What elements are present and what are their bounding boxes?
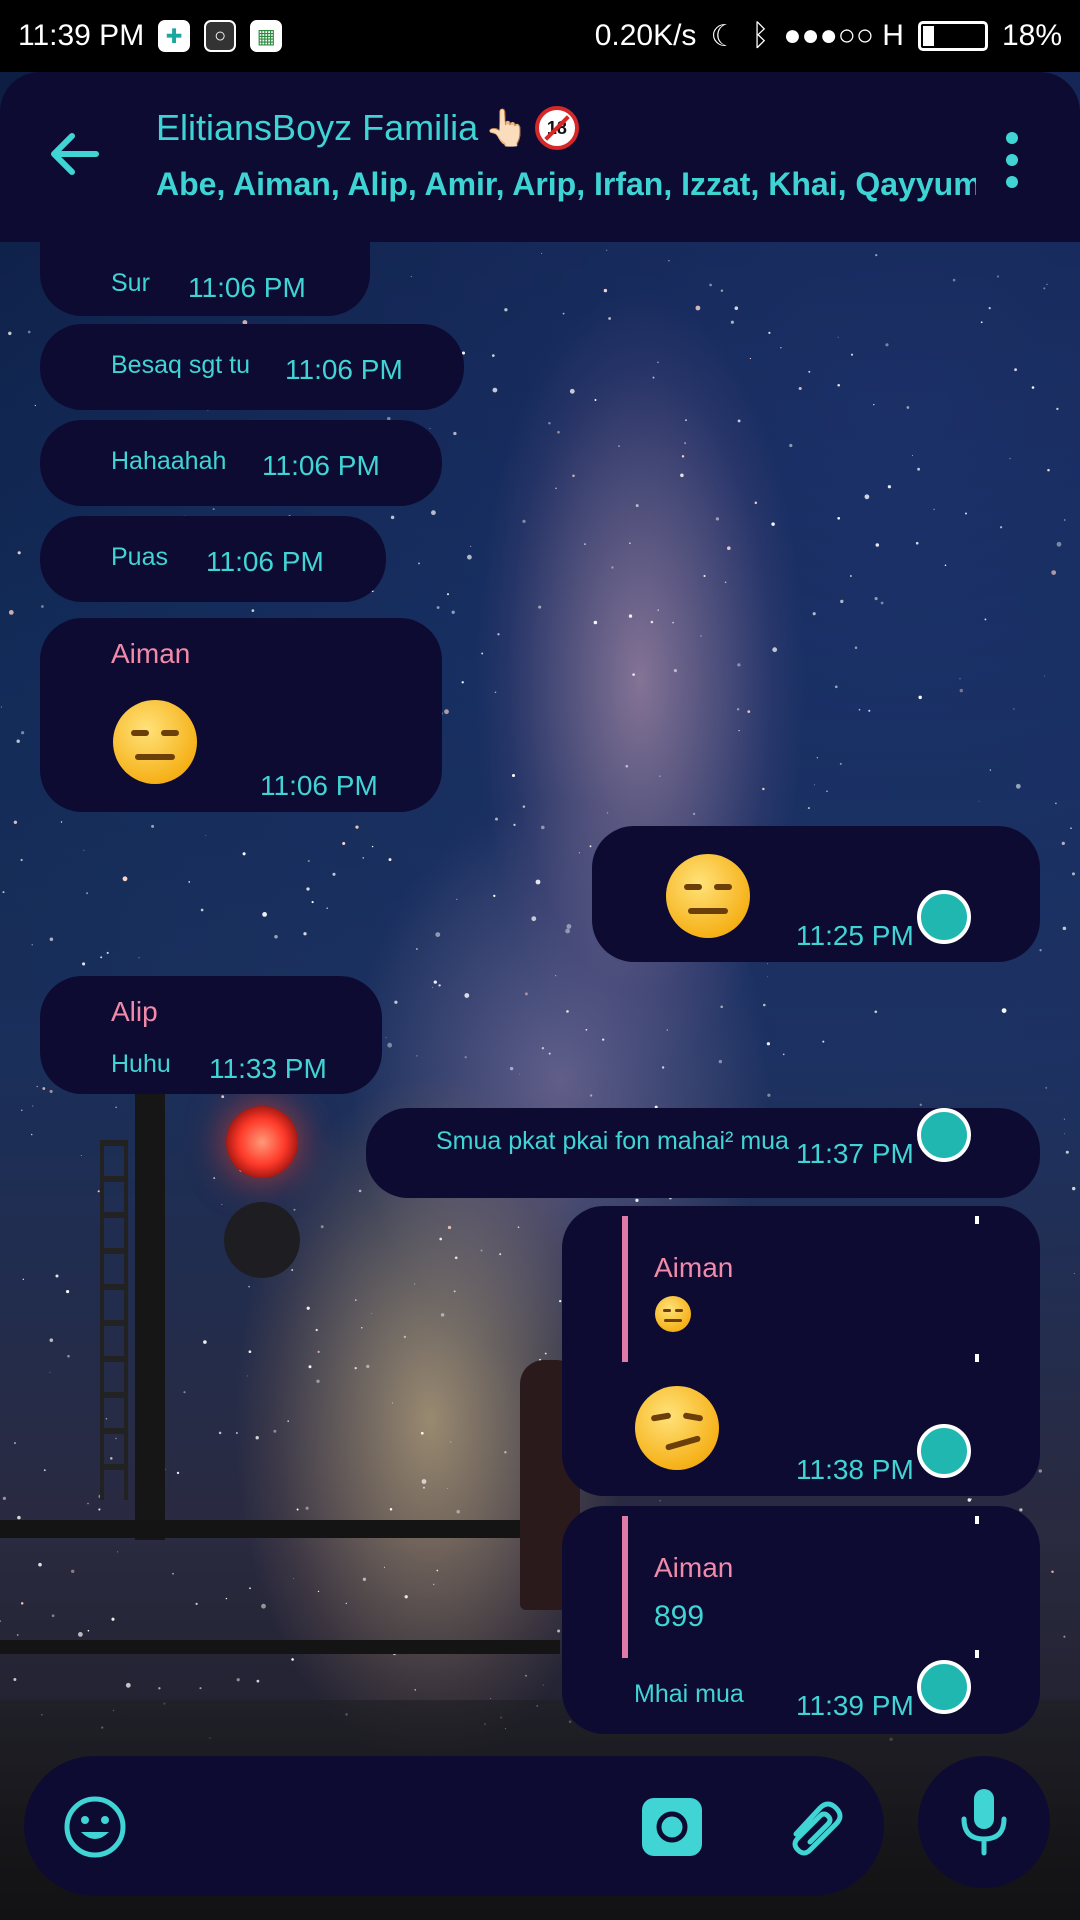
read-status-icon xyxy=(917,1424,971,1478)
message-input-bar[interactable] xyxy=(24,1756,884,1896)
status-time: 11:39 PM xyxy=(18,19,145,52)
group-members[interactable]: Abe, Aiman, Alip, Amir, Arip, Irfan, Izz… xyxy=(156,166,976,203)
mic-button[interactable] xyxy=(918,1756,1050,1888)
quoted-message[interactable] xyxy=(622,1516,982,1658)
expressionless-face-icon xyxy=(113,700,197,784)
message-time: 11:06 PM xyxy=(260,770,378,801)
attach-icon[interactable] xyxy=(780,1796,850,1858)
battery-percent: 18% xyxy=(1001,19,1062,52)
message-bubble-incoming[interactable] xyxy=(40,420,442,506)
back-arrow-icon[interactable] xyxy=(44,124,104,184)
read-status-icon xyxy=(917,1660,971,1714)
read-status-icon xyxy=(917,1108,971,1162)
message-text: Huhu xyxy=(111,1050,171,1078)
signal-indicator: ●●●○○ H xyxy=(783,19,904,52)
message-time: 11:38 PM xyxy=(796,1454,914,1485)
bluetooth-icon: ᛒ xyxy=(751,19,770,52)
sender-name: Aiman xyxy=(111,638,191,669)
status-bar: 11:39 PM ✚ ○ ▦ 0.20K/s ☾ ᛒ ●●●○○ H 18% xyxy=(0,0,1080,72)
message-text: Besaq sgt tu xyxy=(111,351,250,379)
quoted-text: 899 xyxy=(654,1600,705,1633)
message-time: 11:06 PM xyxy=(206,546,324,577)
battery-icon xyxy=(917,21,988,51)
signal-ladder xyxy=(100,1140,128,1500)
message-text: Puas xyxy=(111,543,168,571)
quote-corner-mark xyxy=(975,1216,979,1224)
signal-pole xyxy=(135,1020,165,1540)
signal-light-red xyxy=(226,1106,298,1178)
app-ring-icon: ○ xyxy=(204,20,237,52)
message-time: 11:06 PM xyxy=(285,354,403,385)
signal-light-off xyxy=(224,1202,300,1278)
app-grid-icon: ▦ xyxy=(250,20,283,52)
crossing-barrier xyxy=(0,1520,540,1538)
message-text: Mhai mua xyxy=(634,1680,744,1708)
camera-icon[interactable] xyxy=(640,1796,704,1858)
message-time: 11:25 PM xyxy=(796,920,914,951)
message-bubble-incoming[interactable] xyxy=(40,618,442,812)
quoted-message[interactable] xyxy=(622,1216,982,1362)
more-options-icon[interactable] xyxy=(1000,130,1024,190)
quote-corner-mark xyxy=(975,1516,979,1524)
crossing-barrier-lower xyxy=(0,1640,560,1654)
message-text: Smua pkat pkai fon mahai² mua xyxy=(436,1127,789,1155)
sender-name: Alip xyxy=(111,996,158,1027)
quoted-sender-name: Aiman xyxy=(654,1552,734,1583)
expressionless-face-icon xyxy=(666,854,750,938)
quote-corner-mark xyxy=(975,1650,979,1658)
pointing-up-emoji: 👆🏻 xyxy=(484,107,529,148)
group-title[interactable]: ElitiansBoyz Familia 👆🏻 18 xyxy=(156,106,579,150)
quoted-sender-name: Aiman xyxy=(654,1252,734,1283)
network-speed: 0.20K/s xyxy=(594,19,697,52)
message-time: 11:39 PM xyxy=(796,1690,914,1721)
battery-fill xyxy=(922,26,935,46)
expressionless-face-icon xyxy=(655,1296,691,1332)
message-time: 11:06 PM xyxy=(262,450,380,481)
no-under-18-emoji: 18 xyxy=(534,106,579,150)
mic-icon xyxy=(961,1789,1007,1856)
message-time: 11:06 PM xyxy=(188,272,306,303)
emoji-icon[interactable] xyxy=(62,1794,128,1860)
smirking-face-icon xyxy=(635,1386,719,1470)
message-time: 11:37 PM xyxy=(796,1138,914,1169)
chat-header: ElitiansBoyz Familia 👆🏻 18 Abe, Aiman, A… xyxy=(0,72,1080,242)
message-text: Hahaahah xyxy=(111,447,227,475)
group-title-text: ElitiansBoyz Familia xyxy=(156,107,479,148)
message-text: Sur xyxy=(111,269,150,297)
message-time: 11:33 PM xyxy=(209,1053,327,1084)
quote-corner-mark xyxy=(975,1354,979,1362)
read-status-icon xyxy=(917,890,971,944)
moon-icon: ☾ xyxy=(710,19,738,53)
app-notification-icon: ✚ xyxy=(158,20,191,52)
